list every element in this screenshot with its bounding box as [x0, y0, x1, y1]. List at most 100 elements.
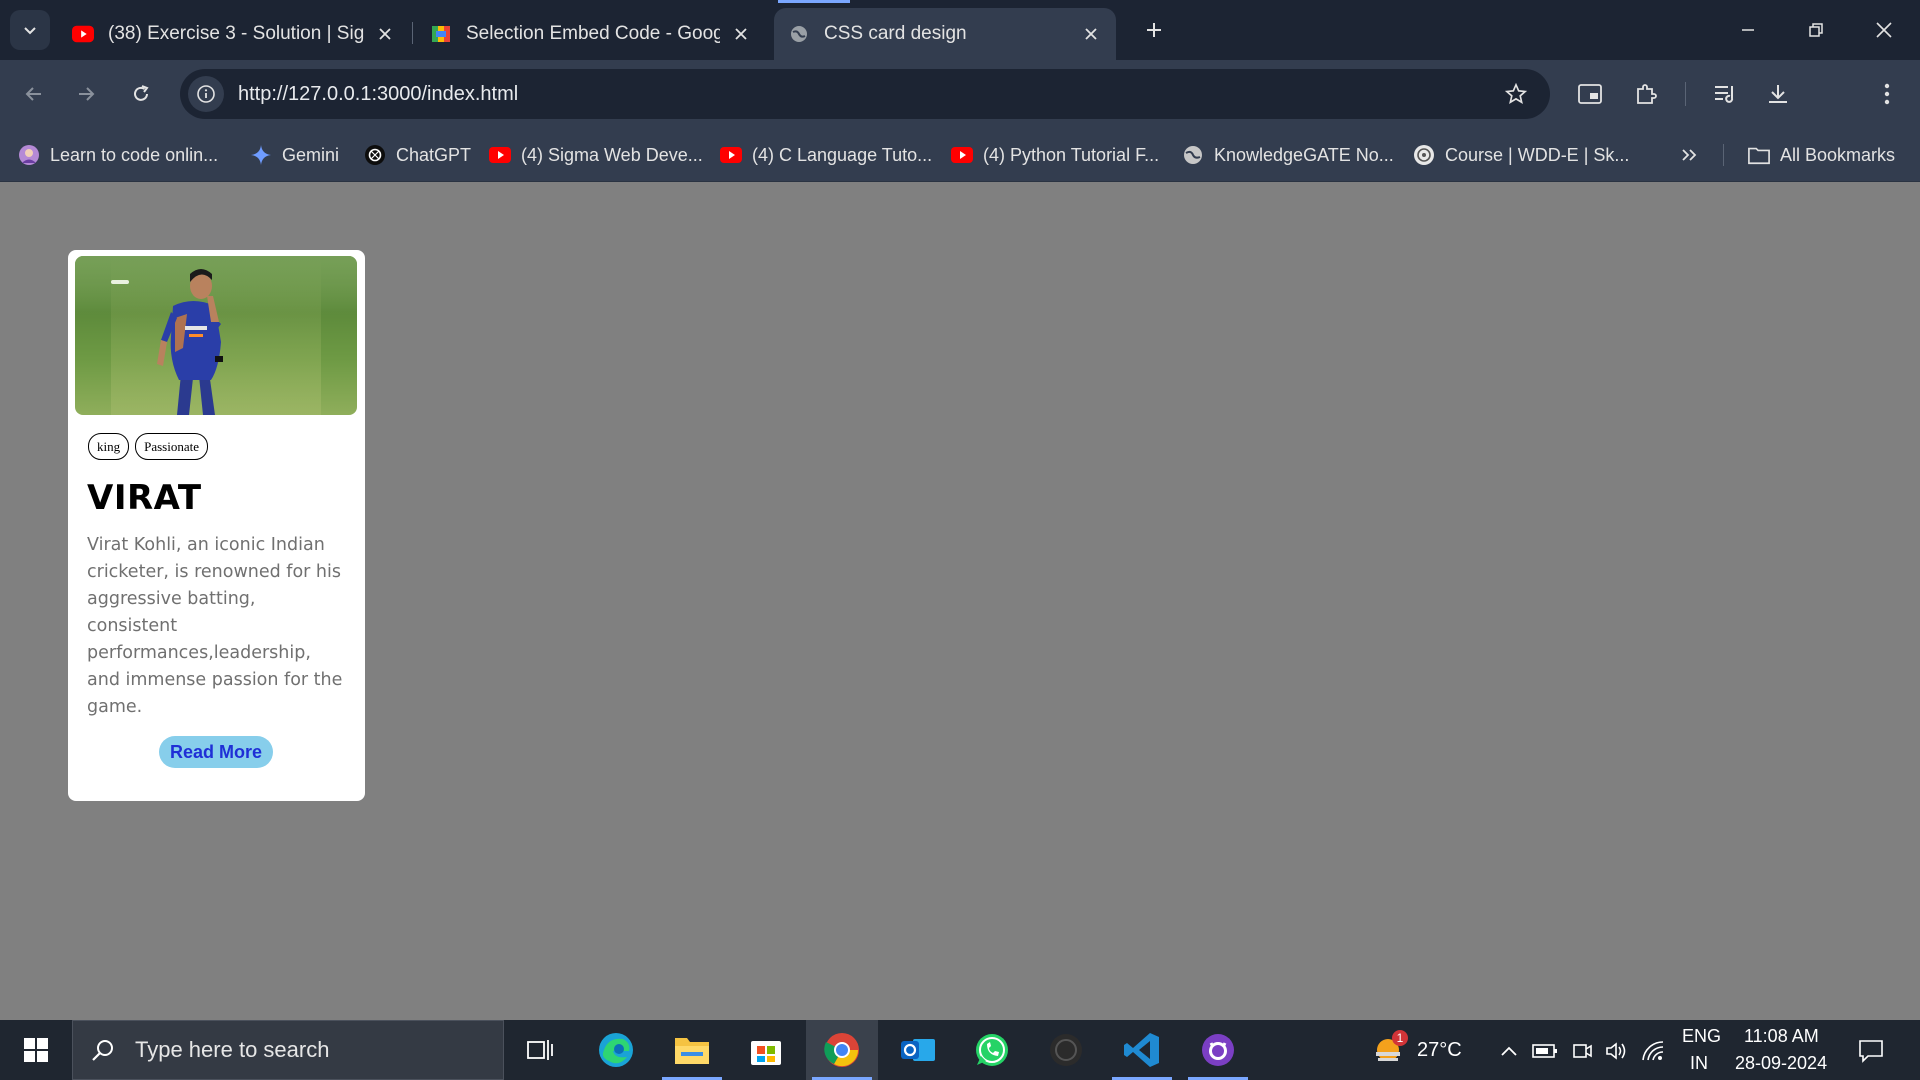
- read-more-button[interactable]: Read More: [159, 736, 273, 768]
- globe-icon: [1182, 144, 1204, 166]
- plus-icon: [1147, 23, 1161, 37]
- wifi-icon[interactable]: [1640, 1038, 1666, 1064]
- outlook-app[interactable]: [882, 1020, 954, 1080]
- bookmark-item[interactable]: (4) Sigma Web Deve...: [489, 140, 703, 170]
- youtube-icon: [720, 144, 742, 166]
- clock-date[interactable]: 28-09-2024: [1735, 1053, 1827, 1074]
- restore-icon: [1809, 23, 1823, 37]
- vscode-icon: [1124, 1033, 1159, 1067]
- youtube-icon: [72, 23, 94, 45]
- card-title: VIRAT: [87, 478, 202, 518]
- bookmark-item[interactable]: Gemini: [250, 140, 339, 170]
- bookmark-star-icon[interactable]: [1496, 74, 1536, 114]
- bookmark-label: ChatGPT: [396, 144, 472, 165]
- youtube-icon: [489, 144, 511, 166]
- bookmark-item[interactable]: Course | WDD-E | Sk...: [1413, 140, 1629, 170]
- minimize-icon: [1742, 29, 1754, 31]
- toolbar-divider: [1685, 82, 1686, 106]
- back-arrow-icon: [25, 87, 41, 101]
- bookmark-item[interactable]: Learn to code onlin...: [18, 140, 218, 170]
- vscode-app[interactable]: [1106, 1020, 1178, 1080]
- close-tab-icon[interactable]: [1080, 23, 1102, 45]
- tab-separator: [412, 22, 413, 44]
- picture-in-picture-icon[interactable]: [1570, 74, 1610, 114]
- close-window-button[interactable]: [1862, 10, 1906, 50]
- windows-taskbar: Type here to search 1 27°C ENG IN 11:08 …: [0, 1020, 1920, 1080]
- tab-search-button[interactable]: [10, 10, 50, 50]
- chrome-app[interactable]: [806, 1020, 878, 1080]
- weather-badge: 1: [1392, 1030, 1408, 1046]
- tab-youtube-exercise[interactable]: (38) Exercise 3 - Solution | Sigm: [58, 8, 410, 60]
- close-tab-icon[interactable]: [374, 23, 396, 45]
- bookmark-item[interactable]: ChatGPT: [364, 140, 471, 170]
- new-tab-button[interactable]: [1138, 14, 1170, 46]
- microsoft-store-app[interactable]: [730, 1020, 802, 1080]
- file-explorer-app[interactable]: [656, 1020, 728, 1080]
- chatgpt-icon: [364, 144, 386, 166]
- extensions-icon[interactable]: [1626, 74, 1666, 114]
- bookmark-label: (4) C Language Tuto...: [752, 144, 933, 165]
- meet-now-icon[interactable]: [1569, 1038, 1595, 1064]
- back-button[interactable]: [14, 74, 54, 114]
- chevron-up-icon[interactable]: [1496, 1038, 1522, 1064]
- site-info-icon[interactable]: [188, 76, 224, 112]
- bookmark-item[interactable]: (4) Python Tutorial F...: [951, 140, 1159, 170]
- volume-icon[interactable]: [1604, 1038, 1630, 1064]
- weather-temperature[interactable]: 27°C: [1417, 1039, 1462, 1062]
- chevron-down-icon: [24, 27, 36, 35]
- task-view-button[interactable]: [504, 1020, 576, 1080]
- tab-title: Selection Embed Code - Google: [466, 23, 720, 44]
- tag-list: king Passionate: [88, 433, 209, 460]
- tab-css-card-design[interactable]: CSS card design: [774, 8, 1116, 60]
- taskbar-search-box[interactable]: Type here to search: [72, 1020, 504, 1080]
- browser-toolbar: http://127.0.0.1:3000/index.html: [0, 60, 1920, 170]
- avatar-icon: [18, 144, 40, 166]
- github-desktop-app[interactable]: [1182, 1020, 1254, 1080]
- bookmark-item[interactable]: KnowledgeGATE No...: [1182, 140, 1394, 170]
- reload-button[interactable]: [121, 74, 161, 114]
- bookmarks-divider: [1723, 144, 1724, 166]
- task-view-icon: [527, 1040, 553, 1060]
- clock-time[interactable]: 11:08 AM: [1744, 1026, 1819, 1047]
- card-image: [75, 256, 357, 415]
- microsoft-store-icon: [751, 1041, 781, 1065]
- outlook-icon: [901, 1039, 935, 1061]
- whatsapp-icon: [976, 1034, 1008, 1066]
- language-primary[interactable]: ENG: [1682, 1026, 1721, 1047]
- reading-list-icon[interactable]: [1705, 74, 1745, 114]
- page-viewport: king Passionate VIRAT Virat Kohli, an ic…: [0, 182, 1920, 1020]
- more-bookmarks-button[interactable]: [1678, 140, 1710, 170]
- whatsapp-app[interactable]: [956, 1020, 1028, 1080]
- github-codespace-app[interactable]: [1030, 1020, 1102, 1080]
- forward-button[interactable]: [66, 74, 106, 114]
- folder-icon: [675, 1038, 709, 1064]
- more-menu-icon[interactable]: [1867, 74, 1907, 114]
- download-icon[interactable]: [1758, 74, 1798, 114]
- notification-icon[interactable]: [1858, 1038, 1884, 1064]
- start-button[interactable]: [14, 1032, 58, 1068]
- all-bookmarks-button[interactable]: All Bookmarks: [1748, 140, 1895, 170]
- tab-selection-embed[interactable]: Selection Embed Code - Google: [416, 8, 766, 60]
- url-text[interactable]: http://127.0.0.1:3000/index.html: [238, 83, 1496, 106]
- bookmark-label: KnowledgeGATE No...: [1214, 144, 1394, 165]
- search-icon: [89, 1036, 117, 1064]
- reload-icon: [134, 85, 149, 101]
- bookmark-item[interactable]: (4) C Language Tuto...: [720, 140, 932, 170]
- bookmark-label: Gemini: [282, 144, 340, 165]
- tab-strip: (38) Exercise 3 - Solution | Sigm Select…: [0, 0, 1920, 60]
- minimize-button[interactable]: [1726, 10, 1770, 50]
- restore-button[interactable]: [1794, 10, 1838, 50]
- tab-title: CSS card design: [824, 23, 967, 44]
- all-bookmarks-label: All Bookmarks: [1780, 144, 1896, 165]
- bookmark-label: (4) Sigma Web Deve...: [521, 144, 703, 165]
- edge-app[interactable]: [580, 1020, 652, 1080]
- battery-icon[interactable]: [1532, 1038, 1558, 1064]
- language-secondary[interactable]: IN: [1690, 1053, 1708, 1074]
- close-tab-icon[interactable]: [730, 23, 752, 45]
- address-bar[interactable]: http://127.0.0.1:3000/index.html: [180, 69, 1550, 119]
- cricketer-figure: [157, 269, 223, 415]
- double-chevron-right-icon: [1678, 144, 1700, 166]
- youtube-icon: [951, 144, 973, 166]
- app-icon: [1050, 1034, 1082, 1066]
- forward-arrow-icon: [79, 87, 95, 101]
